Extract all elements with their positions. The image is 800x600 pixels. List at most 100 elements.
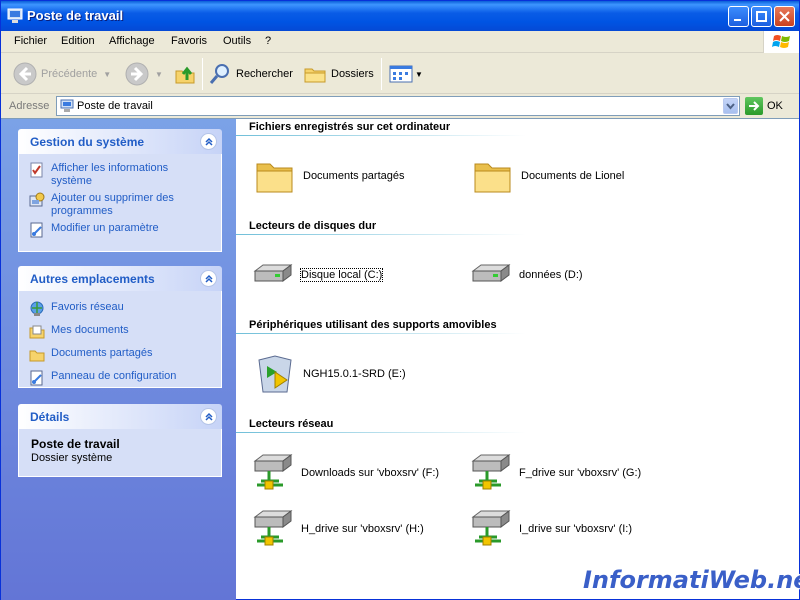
go-button[interactable]: OK [745,97,783,115]
other-places-panel: Autres emplacements Favoris réseau Mes d… [18,266,222,388]
shared-documents-icon [29,347,45,363]
network-drive-item[interactable]: H_drive sur 'vboxsrv' (H:) [251,507,424,551]
task-label: Afficher les informations système [51,162,169,187]
collapse-chevron-icon[interactable] [200,270,217,287]
system-tasks-body: Afficher les informations système Ajoute… [18,154,222,252]
my-computer-icon [7,8,23,24]
item-label: H_drive sur 'vboxsrv' (H:) [301,523,424,535]
task-pane: Gestion du système Afficher les informat… [1,119,236,600]
address-dropdown-button[interactable] [723,98,738,114]
drive-item[interactable]: données (D:) [469,253,583,297]
details-header[interactable]: Détails [18,404,222,429]
task-add-remove-programs[interactable]: Ajouter ou supprimer des programmes [29,192,211,218]
place-control-panel[interactable]: Panneau de configuration [29,370,211,386]
control-panel-icon [29,370,45,386]
place-shared-documents[interactable]: Documents partagés [29,347,211,363]
collapse-chevron-icon[interactable] [200,133,217,150]
section-title: Lecteurs réseau [249,418,334,430]
removable-drive-item[interactable]: NGH15.0.1-SRD (E:) [253,352,406,396]
item-label: Downloads sur 'vboxsrv' (F:) [301,467,440,479]
folder-icon [253,154,297,198]
task-label: Ajouter ou supprimer des programmes [51,192,174,217]
folder-icon [471,154,515,198]
item-label: I_drive sur 'vboxsrv' (I:) [519,523,633,535]
item-label: données (D:) [519,269,583,281]
section-divider [236,333,526,334]
control-panel-icon [29,222,45,238]
main-pane: Fichiers enregistrés sur cet ordinateur … [236,119,799,600]
system-info-icon [29,162,45,178]
network-drive-icon [251,507,295,551]
system-tasks-panel: Gestion du système Afficher les informat… [18,129,222,252]
folder-item[interactable]: Documents partagés [253,154,405,198]
address-input[interactable]: Poste de travail [56,96,740,116]
details-title: Détails [30,410,70,424]
item-label: Documents de Lionel [521,170,625,182]
close-button[interactable] [774,6,795,27]
item-label: F_drive sur 'vboxsrv' (G:) [519,467,642,479]
forward-button[interactable]: ▼ [125,60,163,88]
search-button[interactable]: Rechercher [208,60,293,88]
menu-help[interactable]: ? [265,35,271,47]
menu-favoris[interactable]: Favoris [171,35,207,47]
section-divider [236,135,526,136]
add-remove-programs-icon [29,192,45,208]
minimize-button[interactable] [728,6,749,27]
network-drive-item[interactable]: F_drive sur 'vboxsrv' (G:) [469,451,641,495]
task-system-info[interactable]: Afficher les informations système [29,162,211,188]
search-label: Rechercher [236,68,293,80]
go-arrow-icon [745,97,763,115]
menu-edition[interactable]: Edition [61,35,95,47]
network-drive-item[interactable]: I_drive sur 'vboxsrv' (I:) [469,507,632,551]
other-places-header[interactable]: Autres emplacements [18,266,222,291]
place-my-documents[interactable]: Mes documents [29,324,211,340]
views-dropdown-icon: ▼ [415,69,423,79]
back-arrow-icon [13,62,37,86]
address-label: Adresse [9,100,50,112]
network-drive-icon [251,451,295,495]
network-drive-icon [469,507,513,551]
place-label: Favoris réseau [51,301,124,313]
collapse-chevron-icon[interactable] [200,408,217,425]
menu-bar: Fichier Edition Affichage Favoris Outils… [1,31,799,53]
back-label: Précédente [41,68,98,80]
up-folder-button[interactable] [173,60,197,88]
place-label: Mes documents [51,324,129,336]
maximize-button[interactable] [751,6,772,27]
details-type: Dossier système [31,452,113,464]
item-label: Disque local (C:) [299,268,384,282]
forward-arrow-icon [125,62,149,86]
item-label: NGH15.0.1-SRD (E:) [303,368,406,380]
folders-label: Dossiers [331,68,374,80]
task-label: Modifier un paramètre [51,222,159,234]
explorer-window: Poste de travail Fichier Edition Afficha… [0,0,800,600]
folders-button[interactable]: Dossiers [303,60,374,88]
windows-logo-icon [763,31,799,53]
menu-affichage[interactable]: Affichage [109,35,155,47]
folder-item[interactable]: Documents de Lionel [471,154,624,198]
address-value: Poste de travail [77,100,153,112]
my-documents-icon [29,324,45,340]
hard-drive-icon [469,253,513,297]
menu-fichier[interactable]: Fichier [14,35,47,47]
forward-dropdown-icon[interactable]: ▼ [155,70,163,79]
views-button[interactable]: ▼ [389,60,423,88]
network-drive-item[interactable]: Downloads sur 'vboxsrv' (F:) [251,451,439,495]
other-places-title: Autres emplacements [30,272,155,286]
back-dropdown-icon[interactable]: ▼ [103,70,111,79]
network-drive-icon [469,451,513,495]
task-modify-setting[interactable]: Modifier un paramètre [29,222,211,238]
other-places-body: Favoris réseau Mes documents Documents p… [18,291,222,388]
section-title: Lecteurs de disques dur [249,220,377,232]
back-button[interactable]: Précédente ▼ [13,60,111,88]
watermark: InformatiWeb.net [583,566,800,594]
menu-outils[interactable]: Outils [223,35,251,47]
window-title: Poste de travail [27,8,124,23]
title-bar[interactable]: Poste de travail [1,1,799,31]
drive-item[interactable]: Disque local (C:) [251,253,384,297]
section-title: Périphériques utilisant des supports amo… [249,319,497,331]
search-icon [209,64,229,84]
system-tasks-header[interactable]: Gestion du système [18,129,222,154]
place-network[interactable]: Favoris réseau [29,301,211,317]
system-tasks-title: Gestion du système [30,135,145,149]
